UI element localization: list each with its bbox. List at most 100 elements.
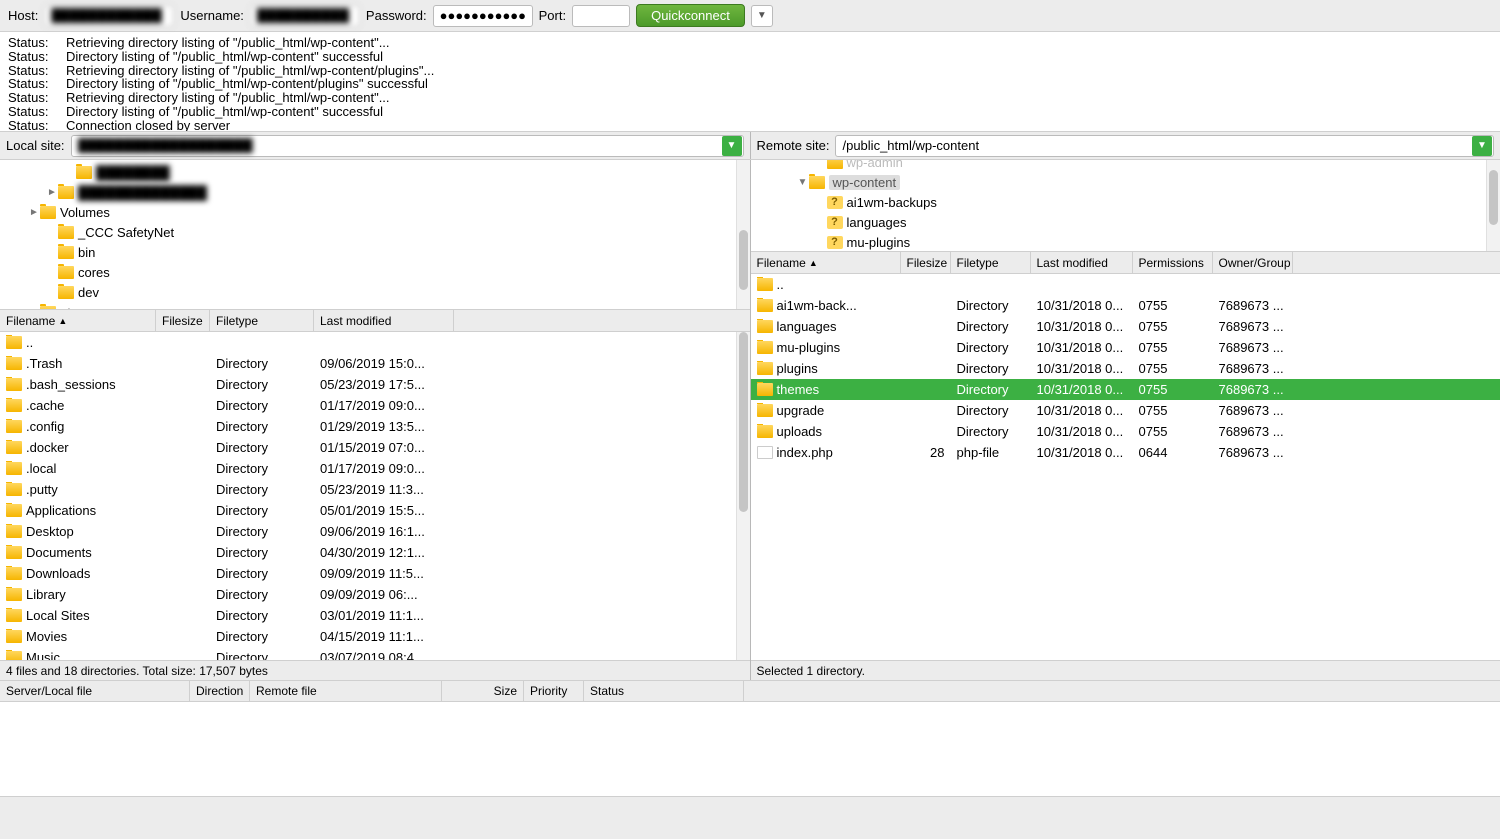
transfer-queue-header[interactable]: Server/Local file Direction Remote file …: [0, 680, 1500, 702]
file-modified: 09/09/2019 11:5...: [314, 566, 454, 581]
file-row[interactable]: pluginsDirectory10/31/2018 0...075576896…: [751, 358, 1500, 379]
file-permissions: 0755: [1133, 298, 1213, 313]
file-name: .putty: [26, 482, 58, 497]
file-owner: 7689673 ...: [1213, 340, 1293, 355]
local-site-dropdown[interactable]: ▼: [722, 136, 742, 156]
username-label: Username:: [180, 8, 244, 23]
quickconnect-button[interactable]: Quickconnect: [636, 4, 745, 27]
file-name: Desktop: [26, 524, 74, 539]
tree-item[interactable]: ► etc: [0, 302, 750, 310]
file-row[interactable]: .cacheDirectory01/17/2019 09:0...: [0, 395, 750, 416]
file-name: Local Sites: [26, 608, 90, 623]
tree-item[interactable]: ?mu-plugins: [751, 232, 1500, 252]
folder-icon: [757, 320, 773, 333]
file-row[interactable]: .dockerDirectory01/15/2019 07:0...: [0, 437, 750, 458]
file-permissions: 0755: [1133, 361, 1213, 376]
file-row[interactable]: DesktopDirectory09/06/2019 16:1...: [0, 521, 750, 542]
file-type: Directory: [951, 361, 1031, 376]
local-directory-tree[interactable]: ████████►██████████████►Volumes_CCC Safe…: [0, 160, 750, 310]
expand-icon[interactable]: ►: [28, 207, 40, 218]
tree-item[interactable]: ▼ wp-content: [751, 172, 1500, 192]
file-name: languages: [777, 319, 837, 334]
tree-item[interactable]: wp-admin: [751, 160, 1500, 172]
remote-directory-tree[interactable]: wp-admin ▼ wp-content ?ai1wm-backups?langua…: [751, 160, 1500, 252]
file-row[interactable]: ..: [751, 274, 1500, 295]
file-row[interactable]: Local SitesDirectory03/01/2019 11:1...: [0, 605, 750, 626]
quickconnect-history-dropdown[interactable]: ▼: [751, 5, 773, 27]
file-row[interactable]: .puttyDirectory05/23/2019 11:3...: [0, 479, 750, 500]
remote-column-header[interactable]: Filename▲ Filesize Filetype Last modifie…: [751, 252, 1500, 274]
file-row[interactable]: index.php28php-file10/31/2018 0...064476…: [751, 442, 1500, 463]
tree-item[interactable]: ►██████████████: [0, 182, 750, 202]
connection-toolbar: Host: Username: Password: Port: Quickcon…: [0, 0, 1500, 32]
remote-file-list[interactable]: ..ai1wm-back...Directory10/31/2018 0...0…: [751, 274, 1500, 660]
tree-item[interactable]: bin: [0, 242, 750, 262]
file-type: Directory: [210, 356, 314, 371]
folder-icon: [6, 525, 22, 538]
file-icon: [757, 446, 773, 459]
file-row[interactable]: .localDirectory01/17/2019 09:0...: [0, 458, 750, 479]
transfer-queue[interactable]: [0, 702, 1500, 796]
file-row[interactable]: upgradeDirectory10/31/2018 0...075576896…: [751, 400, 1500, 421]
host-input[interactable]: [44, 5, 174, 27]
file-modified: 04/15/2019 11:1...: [314, 629, 454, 644]
remote-site-input[interactable]: [836, 137, 1472, 154]
tree-label: cores: [78, 265, 110, 280]
tree-label: etc: [60, 305, 77, 311]
file-row[interactable]: themesDirectory10/31/2018 0...0755768967…: [751, 379, 1500, 400]
expand-icon[interactable]: ►: [28, 307, 40, 311]
tree-item[interactable]: ► Volumes: [0, 202, 750, 222]
file-row[interactable]: LibraryDirectory09/09/2019 06:...: [0, 584, 750, 605]
tree-label: wp-content: [829, 175, 901, 190]
folder-icon: [6, 588, 22, 601]
file-permissions: 0755: [1133, 424, 1213, 439]
message-log[interactable]: Status:Retrieving directory listing of "…: [0, 32, 1500, 132]
folder-icon: [6, 630, 22, 643]
password-input[interactable]: [433, 5, 533, 27]
remote-site-dropdown[interactable]: ▼: [1472, 136, 1492, 156]
file-row[interactable]: DocumentsDirectory04/30/2019 12:1...: [0, 542, 750, 563]
expand-icon[interactable]: ►: [46, 187, 58, 198]
scrollbar[interactable]: [736, 332, 750, 660]
file-type: Directory: [210, 482, 314, 497]
file-row[interactable]: ..: [0, 332, 750, 353]
file-row[interactable]: uploadsDirectory10/31/2018 0...075576896…: [751, 421, 1500, 442]
file-row[interactable]: .TrashDirectory09/06/2019 15:0...: [0, 353, 750, 374]
file-row[interactable]: .bash_sessionsDirectory05/23/2019 17:5..…: [0, 374, 750, 395]
tree-item[interactable]: ████████: [0, 162, 750, 182]
file-row[interactable]: ai1wm-back...Directory10/31/2018 0...075…: [751, 295, 1500, 316]
file-name: ..: [26, 335, 33, 350]
tree-item[interactable]: ?ai1wm-backups: [751, 192, 1500, 212]
log-label: Status:: [8, 64, 66, 78]
local-site-input[interactable]: [72, 137, 722, 154]
file-row[interactable]: ApplicationsDirectory05/01/2019 15:5...: [0, 500, 750, 521]
file-row[interactable]: DownloadsDirectory09/09/2019 11:5...: [0, 563, 750, 584]
file-type: Directory: [210, 608, 314, 623]
file-modified: 01/29/2019 13:5...: [314, 419, 454, 434]
tree-item[interactable]: dev: [0, 282, 750, 302]
tree-item[interactable]: cores: [0, 262, 750, 282]
file-modified: 10/31/2018 0...: [1031, 424, 1133, 439]
tree-label: languages: [847, 215, 907, 230]
local-column-header[interactable]: Filename▲ Filesize Filetype Last modifie…: [0, 310, 750, 332]
expand-icon[interactable]: ▼: [797, 177, 809, 188]
file-row[interactable]: MusicDirectory03/07/2019 08:4...: [0, 647, 750, 660]
local-file-list[interactable]: .. .TrashDirectory09/06/2019 15:0....bash…: [0, 332, 750, 660]
file-row[interactable]: MoviesDirectory04/15/2019 11:1...: [0, 626, 750, 647]
tree-label: Volumes: [60, 205, 110, 220]
file-modified: 10/31/2018 0...: [1031, 361, 1133, 376]
tree-item[interactable]: ?languages: [751, 212, 1500, 232]
file-type: Directory: [210, 419, 314, 434]
port-input[interactable]: [572, 5, 630, 27]
tree-item[interactable]: _CCC SafetyNet: [0, 222, 750, 242]
username-input[interactable]: [250, 5, 360, 27]
folder-icon: [6, 420, 22, 433]
file-modified: 03/07/2019 08:4...: [314, 650, 454, 660]
file-row[interactable]: .configDirectory01/29/2019 13:5...: [0, 416, 750, 437]
file-row[interactable]: mu-pluginsDirectory10/31/2018 0...075576…: [751, 337, 1500, 358]
password-label: Password:: [366, 8, 427, 23]
scrollbar[interactable]: [736, 160, 750, 309]
sort-ascending-icon: ▲: [58, 316, 67, 326]
scrollbar[interactable]: [1486, 160, 1500, 251]
file-row[interactable]: languagesDirectory10/31/2018 0...0755768…: [751, 316, 1500, 337]
